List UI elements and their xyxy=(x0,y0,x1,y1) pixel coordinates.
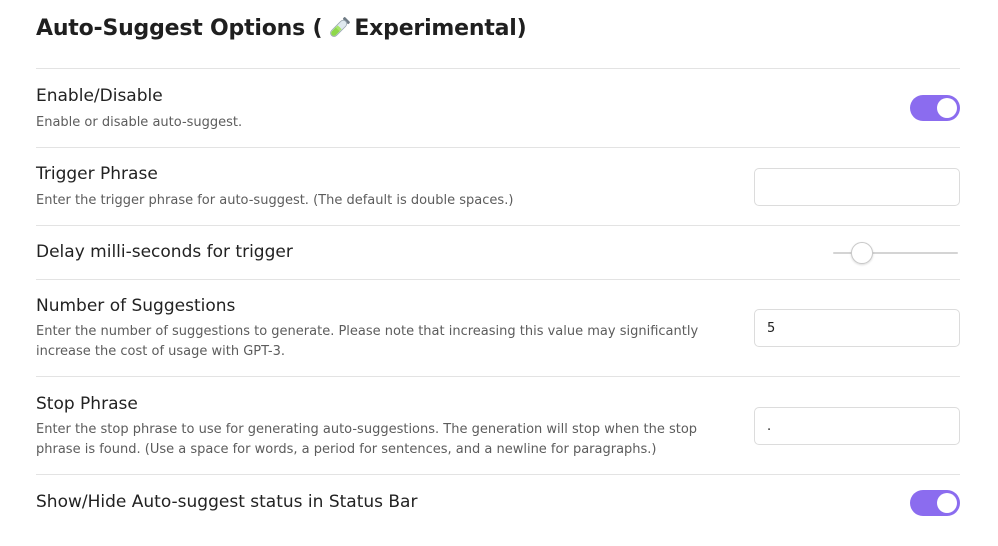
setting-enable-description: Enable or disable auto-suggest. xyxy=(36,115,243,130)
setting-enable: Enable/Disable Enable or disable auto-su… xyxy=(36,69,960,147)
status-bar-toggle[interactable] xyxy=(910,490,960,516)
setting-num-suggestions-description: Enter the number of suggestions to gener… xyxy=(36,324,699,359)
setting-trigger-phrase-name: Trigger Phrase xyxy=(36,164,158,184)
section-title-prefix: Auto-Suggest Options ( xyxy=(36,15,323,41)
stop-phrase-input[interactable] xyxy=(754,407,960,445)
delay-slider[interactable] xyxy=(833,240,958,266)
setting-trigger-phrase-description: Enter the trigger phrase for auto-sugges… xyxy=(36,193,514,208)
num-suggestions-input[interactable] xyxy=(754,309,960,347)
setting-status-bar: Show/Hide Auto-suggest status in Status … xyxy=(36,475,960,535)
setting-num-suggestions-name: Number of Suggestions xyxy=(36,296,236,316)
toggle-knob xyxy=(937,493,957,513)
setting-trigger-phrase: Trigger Phrase Enter the trigger phrase … xyxy=(36,148,960,225)
trigger-phrase-input[interactable] xyxy=(754,168,960,206)
setting-status-bar-name: Show/Hide Auto-suggest status in Status … xyxy=(36,492,418,512)
setting-delay-name: Delay milli-seconds for trigger xyxy=(36,242,293,262)
section-title: Auto-Suggest Options ( Experimental) xyxy=(36,10,527,46)
slider-thumb[interactable] xyxy=(851,242,873,264)
setting-stop-phrase-description: Enter the stop phrase to use for generat… xyxy=(36,422,698,457)
setting-num-suggestions: Number of Suggestions Enter the number o… xyxy=(36,280,960,376)
toggle-knob xyxy=(937,98,957,118)
setting-stop-phrase-name: Stop Phrase xyxy=(36,394,138,414)
setting-enable-name: Enable/Disable xyxy=(36,86,163,106)
setting-stop-phrase: Stop Phrase Enter the stop phrase to use… xyxy=(36,377,960,474)
section-title-suffix: Experimental) xyxy=(354,15,527,41)
enable-toggle[interactable] xyxy=(910,95,960,121)
setting-delay: Delay milli-seconds for trigger xyxy=(36,226,960,279)
test-tube-icon xyxy=(326,15,352,41)
